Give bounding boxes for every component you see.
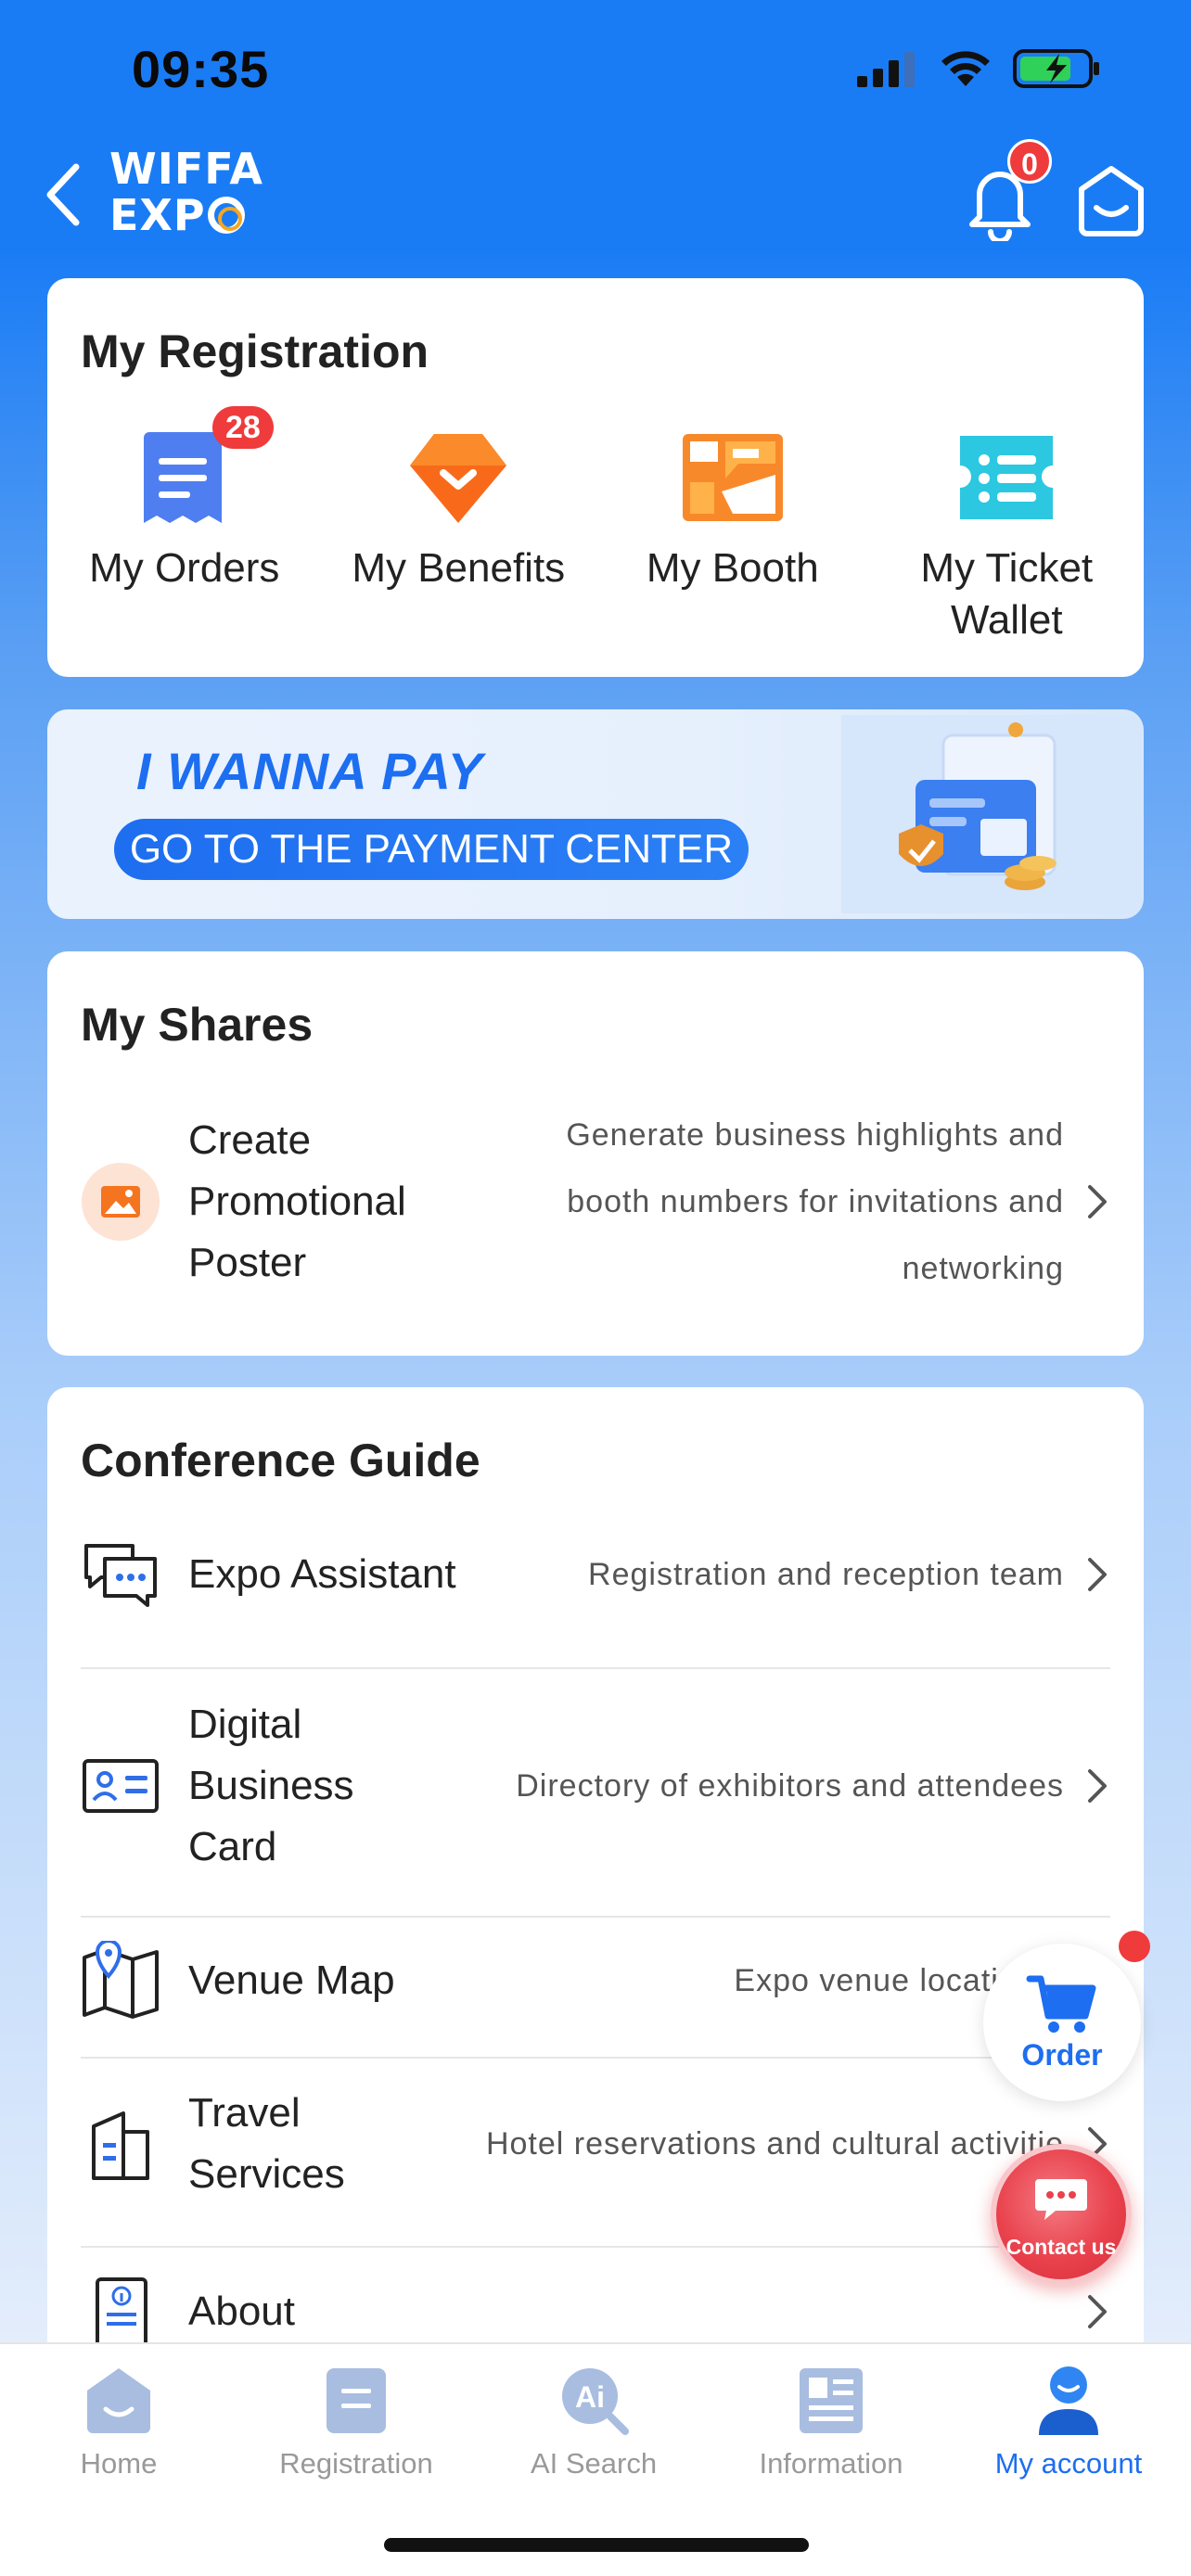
- venue-map-description: Expo venue location n: [734, 1962, 1064, 1998]
- cellular-signal-icon: [857, 52, 915, 87]
- payment-banner[interactable]: I WANNA PAY GO TO THE PAYMENT CENTER: [47, 709, 1144, 919]
- booth-icon: [682, 434, 783, 521]
- home-icon: [87, 2368, 150, 2433]
- status-time: 09:35: [132, 40, 270, 98]
- conference-guide-card: Conference Guide Expo Assistant Registra…: [47, 1387, 1144, 2348]
- info-document-icon: [96, 2277, 147, 2348]
- divider: [81, 2057, 1110, 2059]
- tab-home-label: Home: [80, 2447, 158, 2480]
- divider: [81, 1667, 1110, 1669]
- shopping-cart-icon: [1026, 1975, 1096, 2033]
- back-arrow-icon[interactable]: [41, 158, 87, 232]
- my-booth-button[interactable]: My Booth: [596, 427, 870, 646]
- registration-icon: [327, 2368, 386, 2433]
- tab-registration-label: Registration: [279, 2447, 433, 2480]
- tab-my-account-label: My account: [994, 2447, 1143, 2480]
- shares-card: My Shares Create Promotional Poster Gene…: [47, 951, 1144, 1356]
- chat-bubbles-icon: [84, 1544, 157, 1607]
- tab-ai-search[interactable]: Ai AI Search: [475, 2363, 712, 2480]
- ticket-wallet-icon: [960, 436, 1054, 519]
- contact-us-button[interactable]: Contact us: [991, 2144, 1132, 2285]
- expo-assistant-row[interactable]: Expo Assistant Registration and receptio…: [81, 1528, 1110, 1621]
- order-floating-button[interactable]: Order: [983, 1944, 1141, 2101]
- divider: [81, 1916, 1110, 1918]
- wifi-icon: [941, 51, 990, 86]
- building-icon: [92, 2111, 149, 2180]
- tab-my-account[interactable]: My account: [950, 2363, 1187, 2480]
- my-booth-label: My Booth: [646, 545, 819, 591]
- payment-center-button[interactable]: GO TO THE PAYMENT CENTER: [114, 819, 749, 880]
- news-icon: [800, 2368, 863, 2433]
- ai-search-icon: Ai: [562, 2368, 629, 2435]
- svg-text:Ai: Ai: [575, 2380, 605, 2414]
- about-title: About: [188, 2289, 295, 2334]
- contact-us-label: Contact us: [1005, 2235, 1117, 2259]
- my-orders-label: My Orders: [89, 545, 280, 591]
- battery-charging-icon: [1013, 49, 1099, 88]
- business-card-icon: [83, 1759, 159, 1813]
- digital-business-card-row[interactable]: Digital Business Card Directory of exhib…: [81, 1693, 1110, 1879]
- tab-information-label: Information: [759, 2447, 903, 2480]
- benefits-icon: [410, 434, 507, 523]
- create-poster-row[interactable]: Create Promotional Poster Generate busin…: [81, 1090, 1110, 1313]
- venue-map-row[interactable]: Venue Map Expo venue location n: [81, 1934, 1110, 2027]
- my-benefits-label: My Benefits: [352, 545, 566, 591]
- chevron-right-icon: [1088, 2295, 1107, 2328]
- my-ticket-wallet-label: My Ticket Wallet: [920, 545, 1094, 643]
- user-icon: [1039, 2366, 1098, 2435]
- map-pin-icon: [83, 1941, 159, 2019]
- chat-bubble-icon: [1035, 2179, 1087, 2220]
- shares-title: My Shares: [81, 999, 314, 1051]
- registration-card: My Registration 28 My Orders My Benefits: [47, 278, 1144, 677]
- payment-banner-title: I WANNA PAY: [136, 742, 483, 800]
- my-orders-button[interactable]: 28 My Orders: [47, 406, 322, 646]
- tab-information[interactable]: Information: [712, 2363, 950, 2480]
- logo-o-mark: [207, 197, 245, 234]
- wiffa-expo-logo[interactable]: WIFFA EXP: [109, 144, 264, 243]
- logo-line2: EXP: [109, 191, 258, 239]
- digital-business-card-description: Directory of exhibitors and attendees: [516, 1767, 1064, 1804]
- tab-home[interactable]: Home: [0, 2363, 237, 2480]
- conference-guide-title: Conference Guide: [81, 1435, 480, 1486]
- registration-title: My Registration: [81, 325, 429, 377]
- chevron-right-icon: [1088, 1769, 1107, 1803]
- my-ticket-wallet-button[interactable]: My Ticket Wallet: [870, 427, 1145, 646]
- status-bar: 09:35: [0, 0, 1191, 139]
- orders-count-badge: 28: [212, 406, 274, 449]
- notification-badge: 0: [1007, 139, 1052, 184]
- venue-map-title: Venue Map: [188, 1958, 395, 2003]
- travel-services-description: Hotel reservations and cultural activiti…: [485, 2125, 1064, 2162]
- status-icons: [857, 48, 1102, 89]
- create-poster-title: Create Promotional Poster: [188, 1117, 406, 1285]
- about-row[interactable]: About: [81, 2270, 1110, 2353]
- travel-services-title: Travel Services: [188, 2090, 345, 2197]
- logo-line1: WIFFA: [109, 144, 264, 194]
- poster-image-icon: [82, 1163, 160, 1241]
- create-poster-description: Generate business highlights and booth n…: [566, 1117, 1064, 1286]
- expo-assistant-title: Expo Assistant: [188, 1551, 456, 1597]
- order-label: Order: [1021, 2038, 1103, 2072]
- order-notification-dot: [1119, 1931, 1150, 1962]
- app-header: WIFFA EXP 0: [0, 139, 1191, 255]
- divider: [81, 2246, 1110, 2248]
- home-indicator: [384, 2538, 809, 2552]
- travel-services-row[interactable]: Travel Services Hotel reservations and c…: [81, 2079, 1110, 2209]
- inbox-icon[interactable]: [1076, 161, 1146, 239]
- tab-ai-search-label: AI Search: [530, 2447, 658, 2480]
- expo-assistant-description: Registration and reception team: [588, 1556, 1064, 1592]
- my-benefits-button[interactable]: My Benefits: [322, 427, 596, 646]
- tab-registration[interactable]: Registration: [237, 2363, 475, 2480]
- payment-illustration-icon: [841, 715, 1138, 913]
- chevron-right-icon: [1088, 1558, 1107, 1591]
- digital-business-card-title: Digital Business Card: [188, 1702, 354, 1869]
- chevron-right-icon: [1088, 1185, 1107, 1218]
- registration-items: 28 My Orders My Benefits My Booth My Tic…: [47, 406, 1145, 646]
